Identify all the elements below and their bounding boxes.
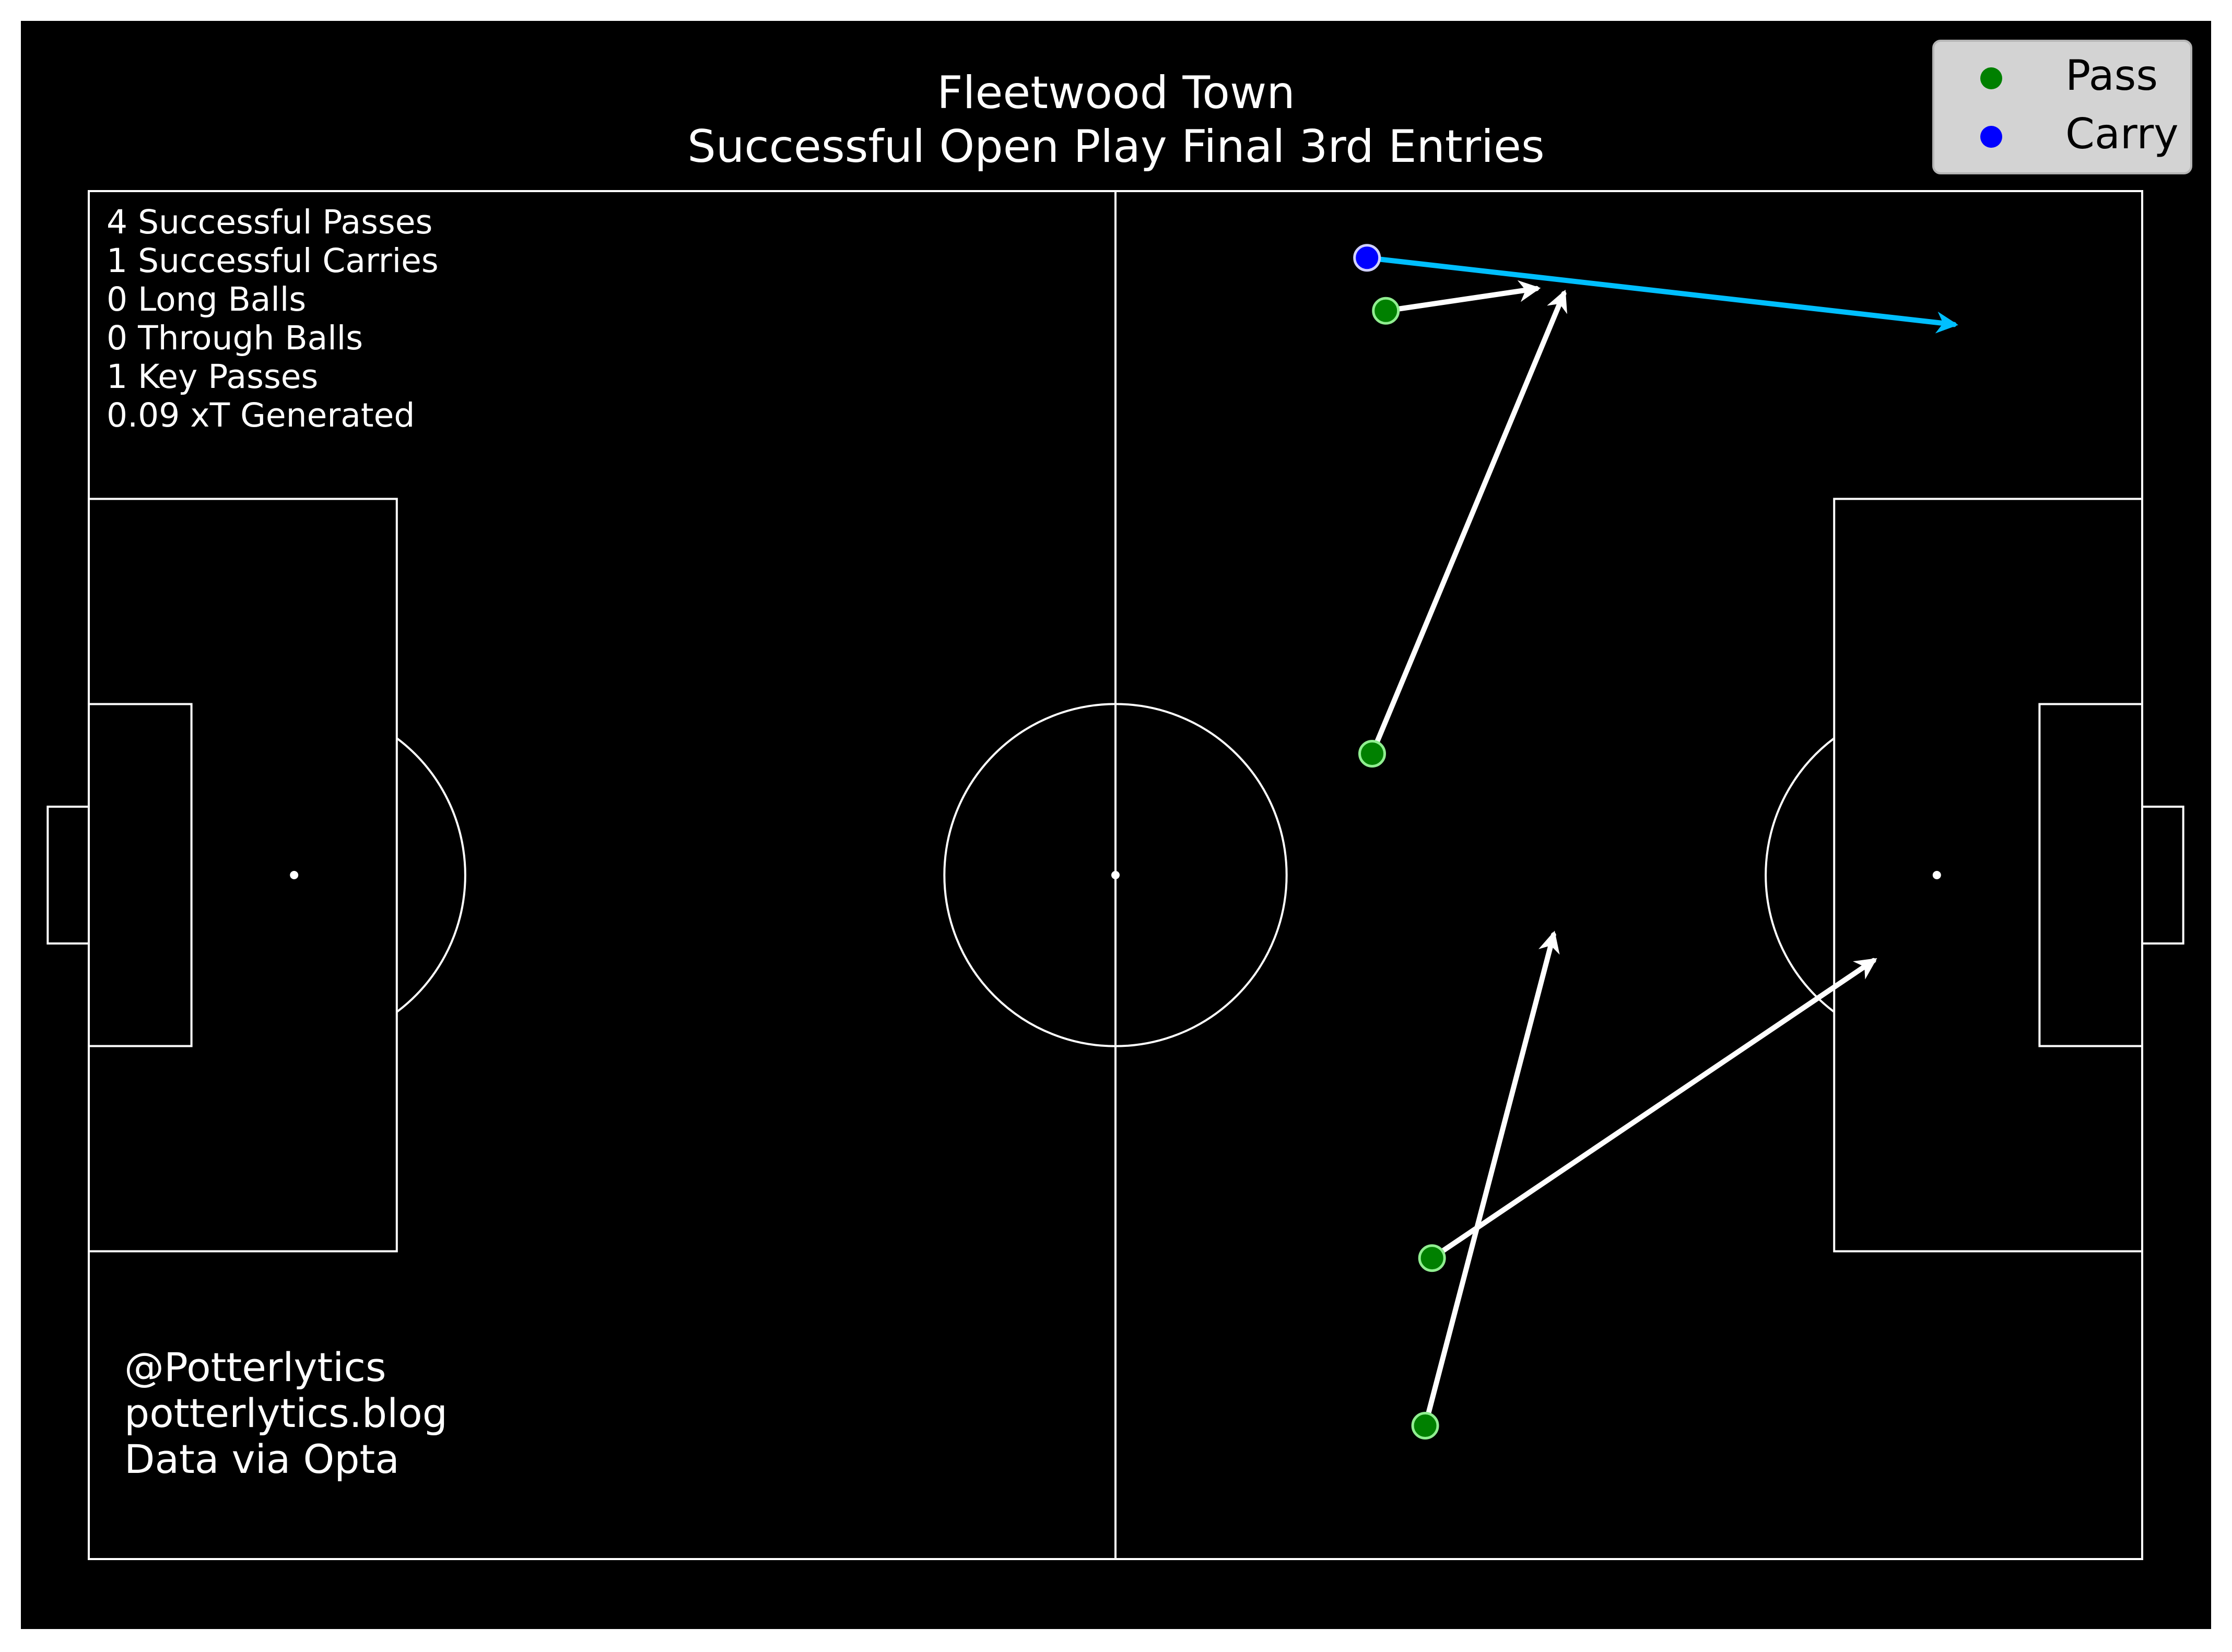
chart-title: Fleetwood Town xyxy=(937,67,1295,119)
legend-label-pass: Pass xyxy=(2065,51,2158,100)
pass-start-marker xyxy=(1411,1412,1439,1440)
left-penalty-spot xyxy=(290,871,299,879)
pass-start-marker xyxy=(1372,297,1400,325)
credit-line: Data via Opta xyxy=(124,1436,400,1482)
credit-line: potterlytics.blog xyxy=(124,1390,448,1436)
stat-line: 0 Through Balls xyxy=(107,319,363,357)
centre-spot xyxy=(1111,871,1120,879)
legend-marker-pass xyxy=(1980,67,2002,89)
stat-line: 1 Key Passes xyxy=(107,358,318,396)
stat-line: 1 Successful Carries xyxy=(107,242,439,280)
right-penalty-spot xyxy=(1932,871,1941,879)
pitch-chart: Fleetwood Town Successful Open Play Fina… xyxy=(21,21,2211,1629)
pass-start-marker xyxy=(1418,1244,1446,1272)
credit-line: @Potterlytics xyxy=(124,1344,386,1390)
chart-subtitle: Successful Open Play Final 3rd Entries xyxy=(687,121,1544,173)
legend-marker-carry xyxy=(1980,126,2002,148)
legend: Pass Carry xyxy=(1932,40,2192,174)
stat-line: 4 Successful Passes xyxy=(107,203,432,241)
stat-line: 0 Long Balls xyxy=(107,280,306,318)
pass-start-marker xyxy=(1358,739,1386,768)
stat-line: 0.09 xT Generated xyxy=(107,396,415,434)
chart-figure: Fleetwood Town Successful Open Play Fina… xyxy=(0,0,2232,1650)
carry-start-marker xyxy=(1353,244,1381,272)
legend-label-carry: Carry xyxy=(2065,110,2179,158)
